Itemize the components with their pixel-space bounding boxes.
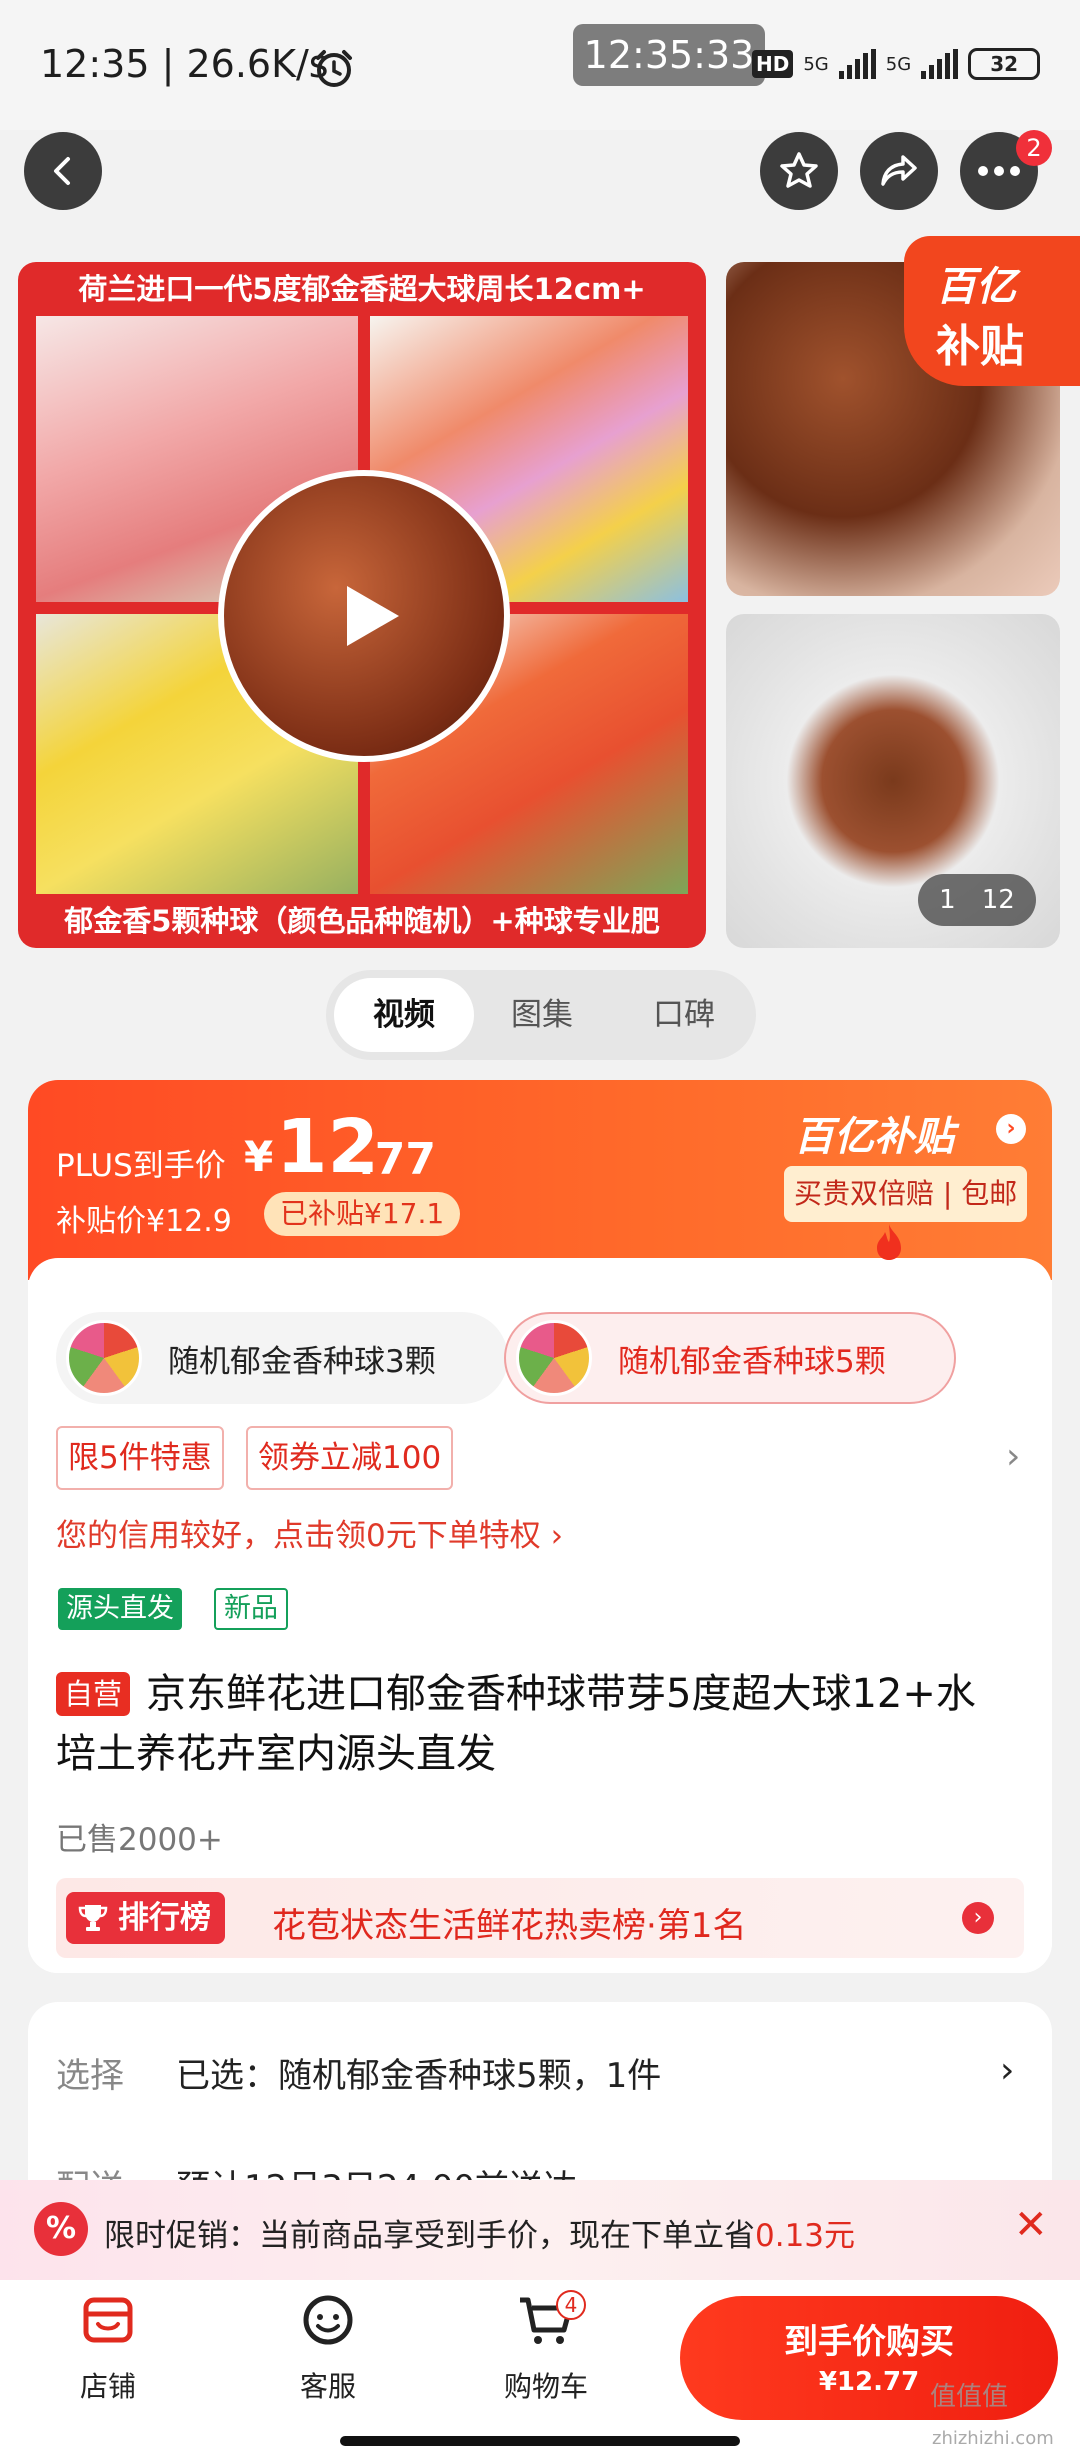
store-button[interactable]: 店铺 — [48, 2290, 168, 2405]
media-tabs: 视频 图集 口碑 — [326, 970, 756, 1060]
service-label: 客服 — [299, 2370, 356, 2403]
badge-line2: 补贴 — [936, 321, 1024, 372]
selection-value[interactable]: 已选：随机郁金香种球5颗，1件 — [176, 2048, 661, 2097]
counter-total: 12 — [981, 885, 1015, 915]
net-label-2: 5G — [885, 53, 912, 75]
customer-service-button[interactable]: 客服 — [268, 2290, 388, 2405]
subsidy-price: 补贴价¥12.9 — [56, 1204, 232, 1239]
chevron-right-icon: › — [962, 1902, 994, 1934]
status-icons: HD 5G 5G 32 — [752, 44, 1041, 84]
guarantee-badge: 买贵双倍赔 | 包邮 — [784, 1166, 1028, 1222]
promo-tag-coupon[interactable]: 领券立减100 — [246, 1426, 454, 1490]
chevron-right-icon[interactable]: › — [996, 1114, 1026, 1144]
variant-thumb-icon — [516, 1320, 592, 1396]
message-badge: 2 — [1016, 130, 1052, 166]
store-label: 店铺 — [79, 2370, 136, 2403]
self-operated-tag: 自营 — [56, 1672, 131, 1716]
product-main-image[interactable]: 荷兰进口一代5度郁金香超大球周长12cm+ 郁金香5颗种球（颜色品种随机）+种球… — [18, 262, 706, 948]
variant-5-bulbs[interactable]: 随机郁金香种球5颗 — [504, 1312, 956, 1404]
alarm-icon — [316, 50, 352, 87]
chip-direct-ship: 源头直发 — [58, 1588, 182, 1630]
plus-price-label: PLUS到手价 — [56, 1148, 226, 1184]
promo-bar[interactable]: % 限时促销：当前商品享受到手价，现在下单立省0.13元 ✕ — [0, 2180, 1080, 2280]
chevron-right-icon[interactable]: › — [1000, 2050, 1014, 2091]
promo-tag-limit[interactable]: 限5件特惠 — [56, 1426, 224, 1490]
hd-icon: HD — [752, 50, 794, 78]
chip-new: 新品 — [214, 1588, 288, 1630]
credit-privilege-link[interactable]: 您的信用较好，点击领0元下单特权 › — [56, 1510, 563, 1555]
cart-count-badge: 4 — [556, 2290, 586, 2320]
variant-label: 随机郁金香种球5颗 — [618, 1343, 886, 1380]
home-indicator[interactable] — [340, 2436, 740, 2446]
ranking-tag: 排行榜 — [66, 1892, 225, 1944]
tab-gallery[interactable]: 图集 — [472, 978, 612, 1052]
variant-3-bulbs[interactable]: 随机郁金香种球3颗 — [56, 1312, 508, 1404]
ranking-text: 花苞状态生活鲜花热卖榜·第1名 — [272, 1906, 747, 1946]
selection-label: 选择 — [56, 2056, 124, 2096]
cart-label: 购物车 — [503, 2370, 588, 2403]
price-decimal: .77 — [358, 1134, 436, 1185]
discount-icon: % — [34, 2202, 88, 2256]
promo-message: 限时促销：当前商品享受到手价，现在下单立省 — [104, 2218, 755, 2254]
store-icon — [83, 2297, 133, 2343]
ranking-tag-label: 排行榜 — [118, 1900, 211, 1936]
cart-button[interactable]: 购物车 — [486, 2290, 606, 2405]
promo-text: 限时促销：当前商品享受到手价，现在下单立省0.13元 — [104, 2210, 855, 2255]
image-top-banner: 荷兰进口一代5度郁金香超大球周长12cm+ — [78, 272, 646, 306]
signal-icon-2 — [921, 49, 959, 79]
subsidy-saved-badge: 已补贴¥17.1 — [264, 1192, 461, 1236]
chat-face-icon — [303, 2295, 353, 2345]
share-button[interactable] — [860, 132, 938, 210]
fire-icon — [877, 1224, 901, 1260]
tab-reviews[interactable]: 口碑 — [614, 978, 754, 1052]
battery-icon: 32 — [968, 48, 1041, 80]
watermark-url: zhizhizhi.com — [932, 2428, 1054, 2449]
status-time-speed: 12:35 | 26.6K/s — [40, 42, 329, 86]
billion-subsidy-badge: 百亿 补贴 — [904, 236, 1080, 386]
chevron-right-icon[interactable]: › — [1006, 1436, 1020, 1477]
net-label-1: 5G — [803, 53, 829, 75]
billion-subsidy-title[interactable]: 百亿补贴 — [794, 1104, 954, 1162]
video-play-thumb[interactable] — [218, 470, 510, 762]
play-icon — [347, 586, 399, 646]
variant-label: 随机郁金香种球3颗 — [168, 1343, 436, 1380]
more-dots-icon — [978, 166, 1020, 176]
sold-count: 已售2000+ — [56, 1822, 223, 1858]
chevron-left-icon — [54, 157, 70, 185]
ranking-bar[interactable]: 排行榜 花苞状态生活鲜花热卖榜·第1名 › — [56, 1878, 1024, 1958]
close-icon[interactable]: ✕ — [1014, 2202, 1048, 2248]
promo-amount: 0.13元 — [755, 2218, 856, 2254]
buy-label: 到手价购买 — [784, 2322, 954, 2362]
image-counter: 1 12 — [918, 874, 1036, 926]
share-icon — [881, 155, 917, 186]
counter-current: 1 — [939, 885, 956, 915]
variant-thumb-icon — [66, 1320, 142, 1396]
signal-icon — [838, 49, 876, 79]
trophy-icon — [78, 1905, 108, 1931]
price-currency: ¥ — [244, 1132, 274, 1181]
watermark-logo: 值值值 — [930, 2382, 1009, 2412]
star-icon — [780, 152, 818, 188]
image-bottom-banner: 郁金香5颗种球（颜色品种随机）+种球专业肥 — [64, 904, 660, 938]
product-title: 京东鲜花进口郁金香种球带芽5度超大球12+水培土养花卉室内源头直发 — [56, 1671, 976, 1777]
back-button[interactable] — [24, 132, 102, 210]
screen-recorder-clock: 12:35:33 — [573, 24, 765, 86]
badge-line1: 百亿 — [936, 264, 1016, 310]
tab-video[interactable]: 视频 — [334, 978, 474, 1052]
favorite-button[interactable] — [760, 132, 838, 210]
